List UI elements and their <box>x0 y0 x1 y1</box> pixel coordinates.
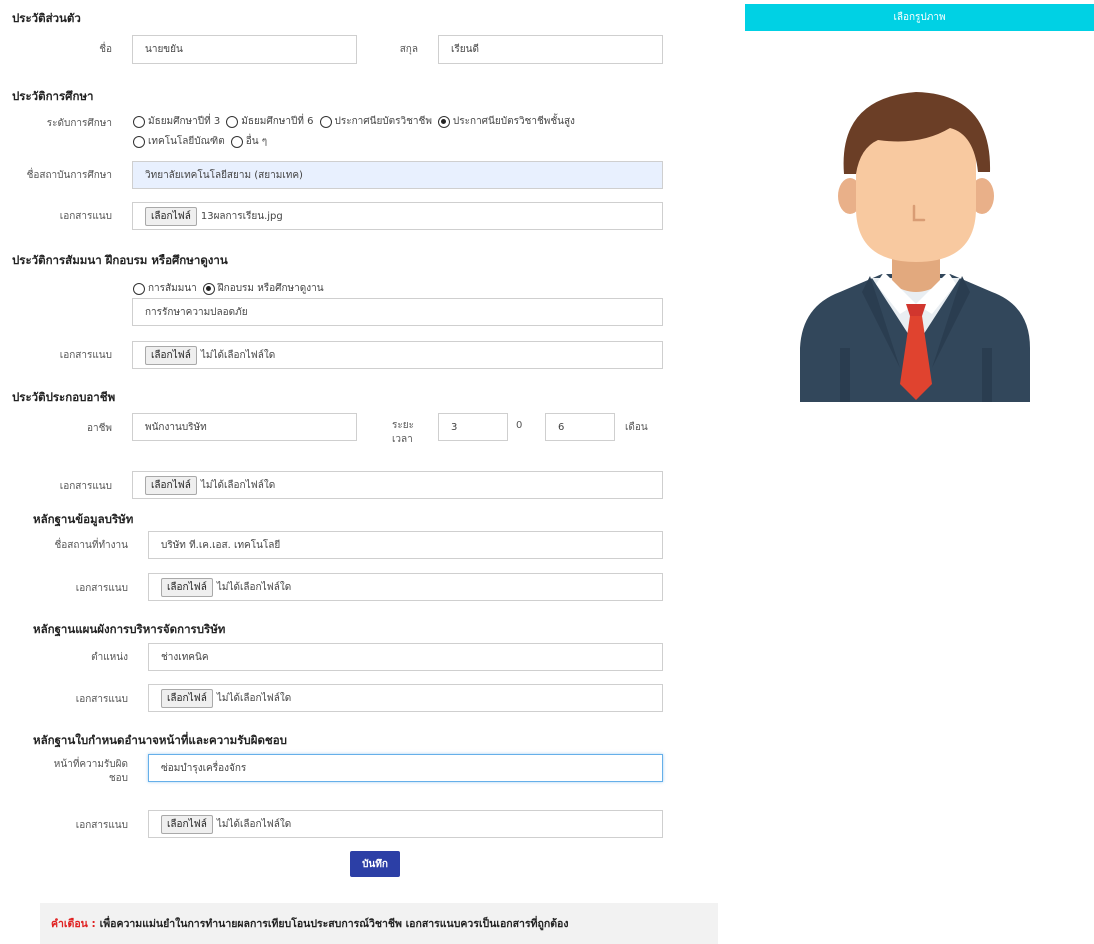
last-name-input[interactable]: เรียนดี <box>438 35 663 64</box>
duration-months-value: 0 <box>516 420 523 431</box>
warning-banner: คำเตือน : เพื่อความแม่นยำในการทำนายผลการ… <box>40 903 718 944</box>
career-file-button[interactable]: เลือกไฟล์ <box>145 475 197 495</box>
radio-level-bachelor-tech[interactable]: เทคโนโลยีบัณฑิต <box>133 134 225 150</box>
duty-label: หน้าที่ความรับผิดชอบ <box>53 759 128 784</box>
org-chart-file-name: ไม่ได้เลือกไฟล์ใด <box>216 692 292 704</box>
radio-label: มัธยมศึกษาปีที่ 3 <box>148 116 221 127</box>
training-topic-input[interactable]: การรักษาความปลอดภัย <box>132 298 663 326</box>
career-attach-label: เอกสารแนบ <box>59 481 112 492</box>
company-file-input[interactable]: เลือกไฟล์ ไม่ได้เลือกไฟล์ใด <box>148 573 663 601</box>
position-input[interactable]: ช่างเทคนิค <box>148 643 663 671</box>
radio-label: อื่น ๆ <box>245 136 268 147</box>
radio-level-high-vocational[interactable]: ประกาศนียบัตรวิชาชีพชั้นสูง <box>437 114 575 130</box>
duties-file-button[interactable]: เลือกไฟล์ <box>161 814 213 834</box>
radio-icon[interactable] <box>226 116 239 128</box>
save-button[interactable]: บันทึก <box>350 851 400 877</box>
radio-icon[interactable] <box>230 136 243 148</box>
company-attach-label: เอกสารแนบ <box>75 583 128 594</box>
position-label: ตำแหน่ง <box>91 652 128 663</box>
radio-icon[interactable] <box>133 116 145 128</box>
radio-icon[interactable] <box>133 136 145 148</box>
training-file-button[interactable]: เลือกไฟล์ <box>145 345 197 365</box>
duration-years-input[interactable]: 3 <box>438 413 508 441</box>
radio-icon[interactable] <box>133 283 145 295</box>
duration-unit-label: เดือน <box>625 422 648 433</box>
radio-selected-icon[interactable] <box>202 283 215 295</box>
radio-label: มัธยมศึกษาปีที่ 6 <box>241 116 314 127</box>
radio-label: เทคโนโลยีบัณฑิต <box>148 136 225 147</box>
education-file-name: 13ผลการเรียน.jpg <box>200 210 283 222</box>
education-file-button[interactable]: เลือกไฟล์ <box>145 206 197 226</box>
warning-text: เพื่อความแม่นยำในการทำนายผลการเทียบโอนปร… <box>99 918 569 930</box>
first-name-input[interactable]: นายขยัน <box>132 35 357 64</box>
company-file-button[interactable]: เลือกไฟล์ <box>161 577 213 597</box>
radio-level-m6[interactable]: มัธยมศึกษาปีที่ 6 <box>226 114 314 130</box>
choose-picture-button[interactable]: เลือกรูปภาพ <box>745 4 1094 31</box>
org-chart-file-button[interactable]: เลือกไฟล์ <box>161 688 213 708</box>
education-level-label: ระดับการศึกษา <box>46 118 112 129</box>
duties-file-input[interactable]: เลือกไฟล์ ไม่ได้เลือกไฟล์ใด <box>148 810 663 838</box>
duties-heading: หลักฐานใบกำหนดอำนาจหน้าที่และความรับผิดช… <box>33 733 287 747</box>
org-chart-attach-label: เอกสารแนบ <box>75 694 128 705</box>
career-file-name: ไม่ได้เลือกไฟล์ใด <box>200 479 276 491</box>
org-chart-file-input[interactable]: เลือกไฟล์ ไม่ได้เลือกไฟล์ใด <box>148 684 663 712</box>
radio-label: ประกาศนียบัตรวิชาชีพชั้นสูง <box>452 116 575 127</box>
duty-input[interactable]: ซ่อมบำรุงเครื่องจักร <box>148 754 663 782</box>
education-heading: ประวัติการศึกษา <box>12 89 94 103</box>
last-name-label: สกุล <box>399 44 418 55</box>
workplace-input[interactable]: บริษัท ที.เค.เอส. เทคโนโลยี <box>148 531 663 559</box>
org-chart-heading: หลักฐานแผนผังการบริหารจัดการบริษัท <box>33 622 226 636</box>
warning-label: คำเตือน : <box>51 918 96 930</box>
training-heading: ประวัติการสัมมนา ฝึกอบรม หรือศึกษาดูงาน <box>12 253 228 267</box>
radio-label: ประกาศนียบัตรวิชาชีพ <box>334 116 432 127</box>
education-attach-label: เอกสารแนบ <box>59 211 112 222</box>
radio-label: การสัมมนา <box>148 283 197 294</box>
career-file-input[interactable]: เลือกไฟล์ ไม่ได้เลือกไฟล์ใด <box>132 471 663 499</box>
duration-label: ระยะเวลา <box>392 420 414 445</box>
education-level-radio-group: มัธยมศึกษาปีที่ 3 มัธยมศึกษาปีที่ 6 ประกาศ… <box>133 114 673 154</box>
personal-heading: ประวัติส่วนตัว <box>12 11 81 25</box>
first-name-label: ชื่อ <box>99 44 112 55</box>
suit-detail <box>840 348 850 402</box>
radio-level-m3[interactable]: มัธยมศึกษาปีที่ 3 <box>133 114 220 130</box>
training-file-input[interactable]: เลือกไฟล์ ไม่ได้เลือกไฟล์ใด <box>132 341 663 369</box>
radio-training[interactable]: ฝึกอบรม หรือศึกษาดูงาน <box>202 281 324 297</box>
duration-days-input[interactable]: 6 <box>545 413 615 441</box>
training-file-name: ไม่ได้เลือกไฟล์ใด <box>200 349 276 361</box>
career-heading: ประวัติประกอบอาชีพ <box>12 390 116 404</box>
radio-level-vocational[interactable]: ประกาศนียบัตรวิชาชีพ <box>319 114 432 130</box>
radio-level-other[interactable]: อื่น ๆ <box>230 134 268 150</box>
occupation-input[interactable]: พนักงานบริษัท <box>132 413 357 441</box>
education-file-input[interactable]: เลือกไฟล์ 13ผลการเรียน.jpg <box>132 202 663 230</box>
company-file-name: ไม่ได้เลือกไฟล์ใด <box>216 581 292 593</box>
institution-label: ชื่อสถาบันการศึกษา <box>26 170 112 181</box>
avatar-placeholder-icon <box>800 92 1030 402</box>
institution-input[interactable]: วิทยาลัยเทคโนโลยีสยาม (สยามเทค) <box>132 161 663 189</box>
company-heading: หลักฐานข้อมูลบริษัท <box>33 512 134 526</box>
radio-icon[interactable] <box>319 116 332 128</box>
occupation-label: อาชีพ <box>87 423 112 434</box>
training-attach-label: เอกสารแนบ <box>59 350 112 361</box>
radio-label: ฝึกอบรม หรือศึกษาดูงาน <box>217 283 324 294</box>
workplace-label: ชื่อสถานที่ทำงาน <box>54 540 128 551</box>
radio-selected-icon[interactable] <box>437 116 450 128</box>
duties-file-name: ไม่ได้เลือกไฟล์ใด <box>216 818 292 830</box>
suit-detail <box>982 348 992 402</box>
radio-seminar[interactable]: การสัมมนา <box>133 281 197 297</box>
duties-attach-label: เอกสารแนบ <box>75 820 128 831</box>
